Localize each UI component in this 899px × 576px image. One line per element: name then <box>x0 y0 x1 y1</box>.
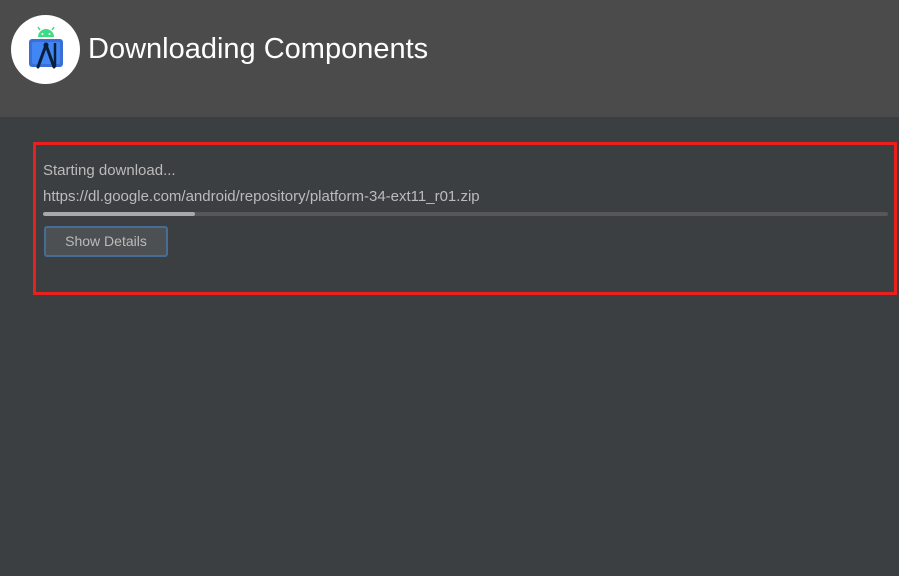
show-details-button[interactable]: Show Details <box>44 226 168 257</box>
android-studio-icon <box>11 15 80 84</box>
progress-bar <box>43 212 888 216</box>
download-status: Starting download... <box>43 162 176 179</box>
header-bar: Downloading Components <box>0 0 899 117</box>
progress-fill <box>43 212 196 216</box>
page-title: Downloading Components <box>88 33 429 65</box>
download-url: https://dl.google.com/android/repository… <box>43 188 480 205</box>
